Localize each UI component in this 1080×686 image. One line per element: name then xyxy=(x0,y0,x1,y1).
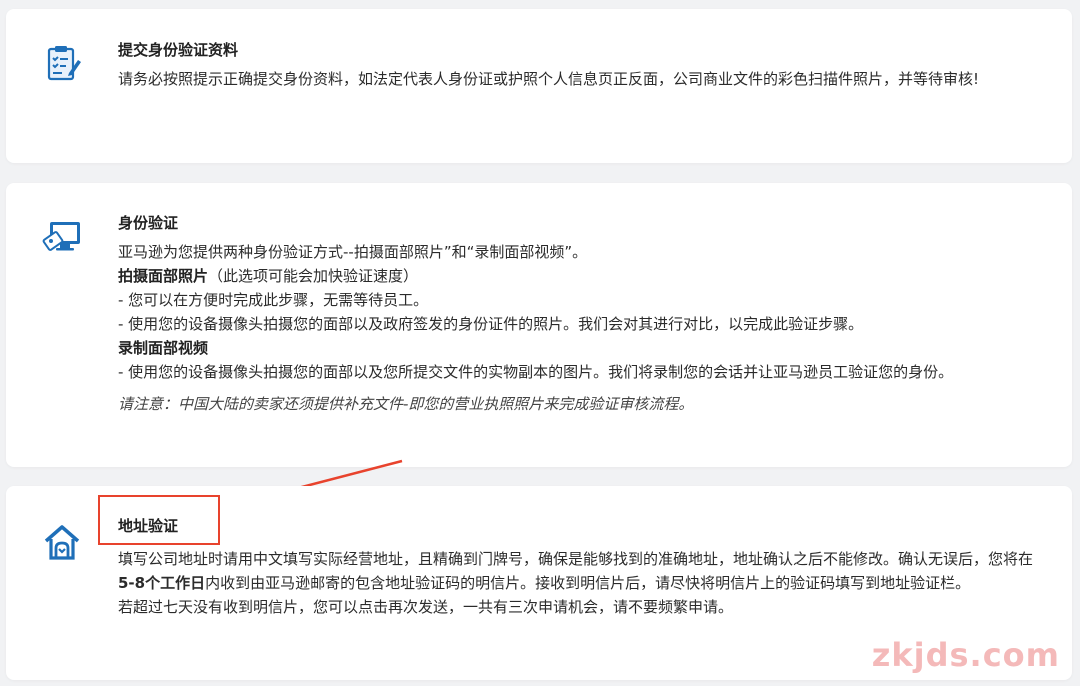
option-photo-note: （此选项可能会加快验证速度） xyxy=(208,267,419,285)
monitor-id-icon xyxy=(42,217,82,257)
address-instruction: 填写公司地址时请用中文填写实际经营地址，且精确到门牌号，确保是能够找到的准确地址… xyxy=(118,547,1042,595)
step-card-identity: 身份验证 亚马逊为您提供两种身份验证方式--拍摄面部照片”和“录制面部视频”。 … xyxy=(6,183,1072,467)
step-content: 提交身份验证资料 请务必按照提示正确提交身份资料，如法定代表人身份证或护照个人信… xyxy=(118,39,1042,91)
option-photo-heading: 拍摄面部照片（此选项可能会加快验证速度） xyxy=(118,264,1042,288)
step-title: 地址验证 xyxy=(118,517,179,535)
house-icon xyxy=(42,522,82,562)
intro-text: 亚马逊为您提供两种身份验证方式--拍摄面部照片”和“录制面部视频”。 xyxy=(118,243,588,261)
step-title: 身份验证 xyxy=(118,214,179,232)
option-photo-line: - 您可以在方便时完成此步骤，无需等待员工。 xyxy=(118,291,429,309)
watermark-text: zkjds.com xyxy=(871,636,1060,674)
option-video-line: - 使用您的设备摄像头拍摄您的面部以及您所提交文件的实物副本的图片。我们将录制您… xyxy=(118,363,954,381)
step-content: 地址验证 填写公司地址时请用中文填写实际经营地址，且精确到门牌号，确保是能够找到… xyxy=(98,495,1042,619)
option-photo-title: 拍摄面部照片 xyxy=(118,267,209,285)
highlight-box: 地址验证 xyxy=(98,495,221,545)
document-edit-icon xyxy=(42,43,82,83)
notice-text: 请注意：中国大陆的卖家还须提供补充文件-即您的营业执照照片来完成验证审核流程。 xyxy=(118,395,694,413)
business-days-text: 5-8个工作日 xyxy=(118,574,206,592)
step-description: 请务必按照提示正确提交身份资料，如法定代表人身份证或护照个人信息页正反面，公司商… xyxy=(118,70,980,88)
step-content: 身份验证 亚马逊为您提供两种身份验证方式--拍摄面部照片”和“录制面部视频”。 … xyxy=(118,212,1042,416)
step-card-document: 提交身份验证资料 请务必按照提示正确提交身份资料，如法定代表人身份证或护照个人信… xyxy=(6,9,1072,163)
address-text: 填写公司地址时请用中文填写实际经营地址，且精确到门牌号，确保是能够找到的准确地址… xyxy=(118,550,1034,568)
option-video-title: 录制面部视频 xyxy=(118,339,209,357)
resend-instruction: 若超过七天没有收到明信片，您可以点击再次发送，一共有三次申请机会，请不要频繁申请… xyxy=(118,598,734,616)
address-text: 内收到由亚马逊邮寄的包含地址验证码的明信片。接收到明信片后，请尽快将明信片上的验… xyxy=(205,574,971,592)
step-title: 提交身份验证资料 xyxy=(118,41,239,59)
option-photo-line: - 使用您的设备摄像头拍摄您的面部以及政府签发的身份证件的照片。我们会对其进行对… xyxy=(118,315,864,333)
